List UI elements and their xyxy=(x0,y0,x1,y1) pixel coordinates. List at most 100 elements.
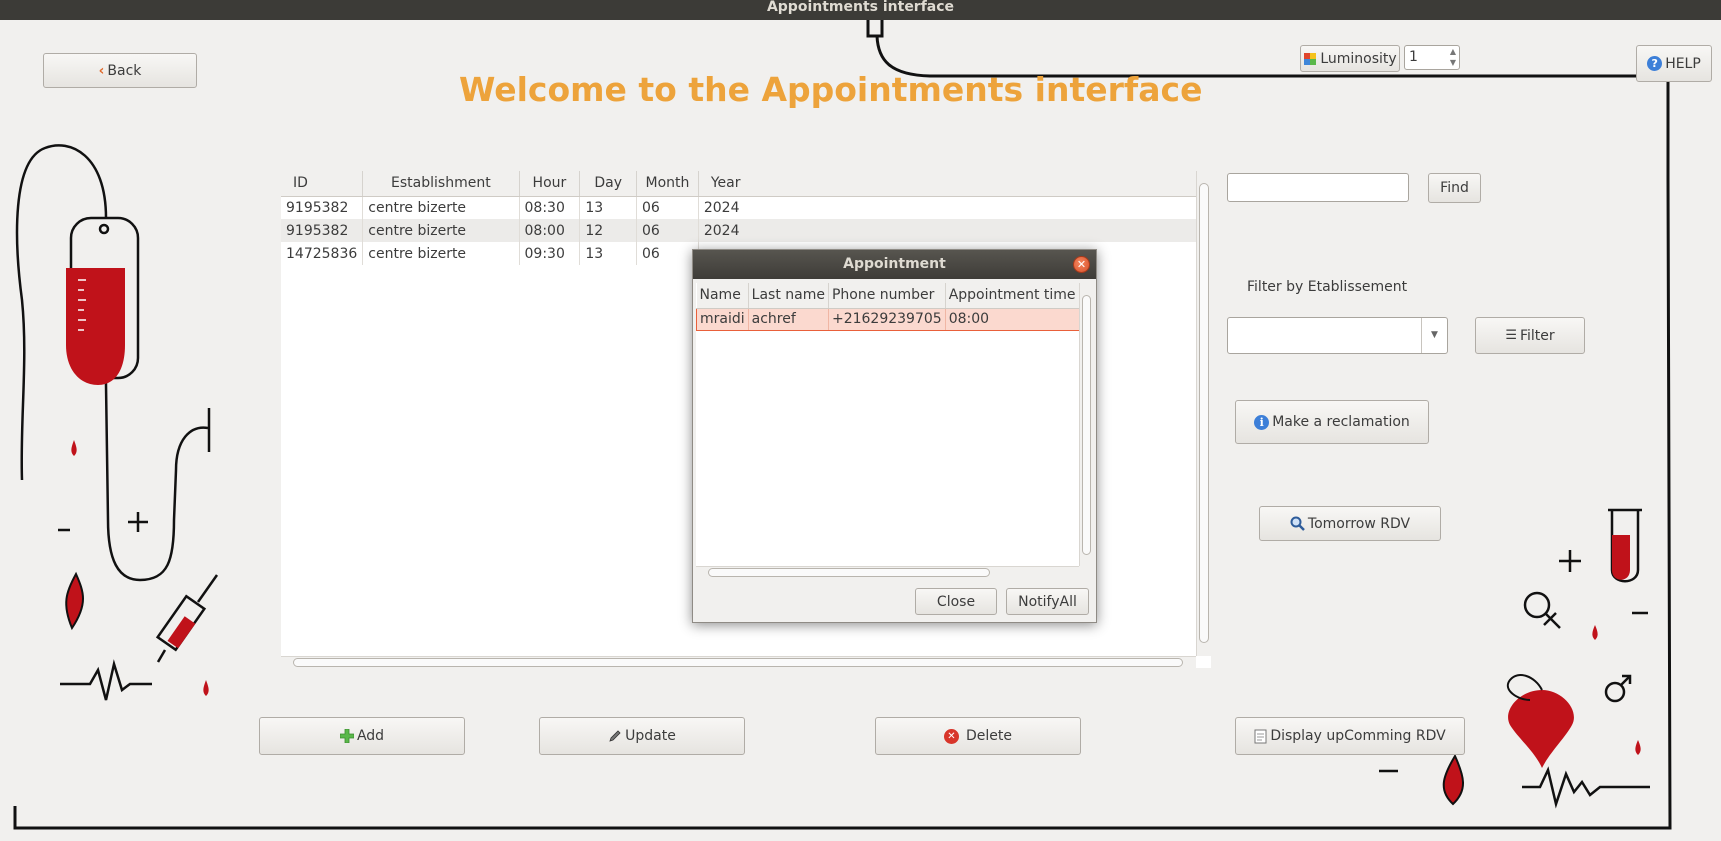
spinner-arrows-icon[interactable]: ▲ ▼ xyxy=(1450,46,1456,68)
chevron-down-icon[interactable]: ▼ xyxy=(1421,318,1447,353)
back-label: Back xyxy=(107,62,142,79)
luminosity-spinner[interactable]: 1 ▲ ▼ xyxy=(1404,45,1460,70)
column-header-day[interactable]: Day xyxy=(579,171,638,197)
dialog-header-row: Name Last name Phone number Appointment … xyxy=(696,283,1079,309)
display-upcoming-rdv-button[interactable]: Display upComming RDV xyxy=(1235,717,1465,755)
blood-drop-icon xyxy=(203,680,209,696)
dialog-table[interactable]: Name Last name Phone number Appointment … xyxy=(696,283,1079,566)
cell-id: 14725836 xyxy=(281,242,364,265)
dialog-close-button[interactable]: Close xyxy=(915,588,997,615)
table-row[interactable]: 9195382 centre bizerte 08:00 12 06 2024 xyxy=(281,219,1211,242)
pencil-icon xyxy=(608,729,622,743)
notify-all-button[interactable]: NotifyAll xyxy=(1006,588,1089,615)
cell-hour: 09:30 xyxy=(519,242,581,265)
cell-establishment: centre bizerte xyxy=(362,242,520,265)
cell-hour: 08:30 xyxy=(519,196,581,219)
upcoming-label: Display upComming RDV xyxy=(1270,728,1446,744)
cell-appointment-time: 08:00 xyxy=(945,307,1079,331)
luminosity-label: Luminosity xyxy=(1320,50,1397,67)
delete-circle-icon: ✕ xyxy=(944,728,959,744)
help-label: HELP xyxy=(1665,55,1701,72)
table-header-row: ID Establishment Hour Day Month Year xyxy=(281,171,1211,197)
info-icon: i xyxy=(1254,414,1270,430)
window-title: Appointments interface xyxy=(766,0,955,15)
add-label: Add xyxy=(356,728,385,744)
column-header-name[interactable]: Name xyxy=(696,283,749,309)
find-button[interactable]: Find xyxy=(1428,173,1481,203)
column-header-appointment-time[interactable]: Appointment time xyxy=(945,283,1079,309)
table-horizontal-scrollbar[interactable] xyxy=(281,656,1196,668)
help-circle-icon: ? xyxy=(1647,56,1663,71)
reclamation-label: Make a reclamation xyxy=(1272,414,1410,430)
update-label: Update xyxy=(625,728,676,744)
test-tube-icon xyxy=(1608,508,1642,583)
heart-icon xyxy=(1508,690,1574,768)
minus-plus-icon xyxy=(58,512,148,532)
delete-button[interactable]: ✕ Delete xyxy=(875,717,1081,755)
cell-phone: +21629239705 xyxy=(828,307,946,331)
luminosity-value: 1 xyxy=(1409,49,1418,65)
table-row[interactable]: 9195382 centre bizerte 08:30 13 06 2024 xyxy=(281,196,1211,219)
make-reclamation-button[interactable]: i Make a reclamation xyxy=(1235,400,1429,444)
cell-month: 06 xyxy=(636,196,699,219)
cell-establishment: centre bizerte xyxy=(362,196,520,219)
luminosity-button[interactable]: Luminosity xyxy=(1300,45,1400,72)
window-titlebar: Appointments interface xyxy=(0,0,1721,20)
dialog-table-row[interactable]: mraidi achref +21629239705 08:00 c xyxy=(696,307,1079,331)
column-header-year[interactable]: Year xyxy=(698,171,1211,197)
notify-label: NotifyAll xyxy=(1018,593,1077,610)
establishment-filter-select[interactable]: ▼ xyxy=(1227,317,1448,354)
cell-id: 9195382 xyxy=(281,219,364,242)
cell-name: mraidi xyxy=(696,307,749,331)
dialog-grid: Name Last name Phone number Appointment … xyxy=(696,283,1079,331)
tomorrow-label: Tomorrow RDV xyxy=(1307,515,1411,532)
filter-label: Filter xyxy=(1519,327,1555,344)
column-header-hour[interactable]: Hour xyxy=(519,171,581,197)
column-header-establishment[interactable]: Establishment xyxy=(362,171,520,197)
delete-label: Delete xyxy=(966,728,1012,744)
column-header-id[interactable]: ID xyxy=(281,171,364,197)
dialog-horizontal-scrollbar[interactable] xyxy=(696,566,1079,578)
blood-drop-icon xyxy=(1442,753,1464,806)
cell-month: 06 xyxy=(636,242,699,265)
filter-title: Filter by Etablissement xyxy=(1247,279,1408,295)
column-header-phone[interactable]: Phone number xyxy=(828,283,946,309)
help-button[interactable]: ? HELP xyxy=(1636,45,1712,82)
heartbeat-icon xyxy=(1522,766,1650,809)
magnifier-icon xyxy=(1290,516,1305,531)
page-title: Welcome to the Appointments interface xyxy=(459,70,1203,109)
blood-drop-icon xyxy=(71,440,77,456)
update-button[interactable]: Update xyxy=(539,717,745,755)
cell-establishment: centre bizerte xyxy=(362,219,520,242)
cell-year: 2024 xyxy=(698,219,1211,242)
heartbeat-icon xyxy=(60,659,152,701)
color-palette-icon xyxy=(1303,52,1317,66)
male-symbol-icon xyxy=(1604,681,1626,703)
filter-button[interactable]: ☰ Filter xyxy=(1475,317,1585,354)
table-vertical-scrollbar[interactable] xyxy=(1196,171,1211,656)
search-input[interactable] xyxy=(1227,173,1409,202)
scrollbar-thumb[interactable] xyxy=(1199,183,1209,643)
cell-id: 9195382 xyxy=(281,196,364,219)
chevron-left-icon: ‹ xyxy=(98,62,105,79)
dialog-title: Appointment xyxy=(843,256,946,272)
scrollbar-thumb[interactable] xyxy=(1082,295,1091,555)
blood-bag-fill xyxy=(66,268,125,385)
iv-bag-illustration xyxy=(15,144,211,582)
blood-drop-icon xyxy=(1635,740,1641,755)
scrollbar-thumb[interactable] xyxy=(293,658,1183,667)
column-header-month[interactable]: Month xyxy=(636,171,699,197)
back-button[interactable]: ‹ Back xyxy=(43,53,197,88)
dialog-close-icon[interactable]: ✕ xyxy=(1073,256,1090,273)
dialog-titlebar[interactable]: Appointment ✕ xyxy=(693,250,1096,279)
plus-icon xyxy=(339,729,354,743)
cell-hour: 08:00 xyxy=(519,219,581,242)
dialog-vertical-scrollbar[interactable] xyxy=(1079,283,1093,566)
scrollbar-thumb[interactable] xyxy=(708,568,990,577)
find-label: Find xyxy=(1440,180,1469,196)
column-header-last-name[interactable]: Last name xyxy=(748,283,829,309)
tomorrow-rdv-button[interactable]: Tomorrow RDV xyxy=(1259,506,1441,541)
blood-drop-icon xyxy=(1592,625,1598,640)
cell-month: 06 xyxy=(636,219,699,242)
add-button[interactable]: Add xyxy=(259,717,465,755)
